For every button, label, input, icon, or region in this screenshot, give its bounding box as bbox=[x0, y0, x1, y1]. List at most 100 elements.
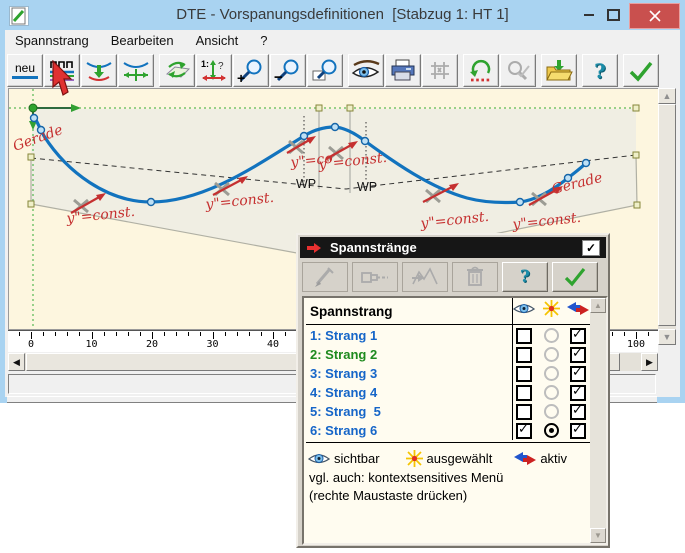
transfer-button[interactable] bbox=[159, 54, 195, 87]
menu-ansicht[interactable]: Ansicht bbox=[196, 33, 239, 48]
strand-row[interactable]: 5: Strang 5 bbox=[304, 402, 592, 421]
visibility-button[interactable] bbox=[348, 54, 384, 87]
visible-checkbox[interactable] bbox=[516, 404, 532, 420]
handle[interactable] bbox=[634, 202, 640, 208]
visible-checkbox[interactable] bbox=[516, 347, 532, 363]
control-point[interactable] bbox=[332, 124, 339, 131]
list-scrollbar[interactable]: ▲ ▼ bbox=[590, 298, 606, 543]
dialog-toolbar: ? bbox=[302, 261, 604, 293]
vertical-scroll-thumb[interactable] bbox=[658, 104, 676, 326]
zoom-window-icon bbox=[310, 58, 340, 84]
strand-row[interactable]: 2: Strang 2 bbox=[304, 345, 592, 364]
selected-radio[interactable] bbox=[544, 347, 559, 362]
close-icon bbox=[649, 10, 661, 22]
minimize-button[interactable] bbox=[578, 6, 600, 24]
control-point[interactable] bbox=[583, 160, 590, 167]
active-checkbox[interactable] bbox=[570, 385, 586, 401]
check-icon bbox=[561, 265, 589, 289]
handle[interactable] bbox=[28, 154, 34, 160]
diagram-button[interactable] bbox=[402, 262, 448, 292]
red-arrow-icon bbox=[306, 242, 322, 254]
scale-query-button[interactable]: 1: ? bbox=[196, 54, 232, 87]
dialog-titlebar[interactable]: Spannstränge ✓ bbox=[300, 237, 606, 258]
visible-checkbox[interactable] bbox=[516, 366, 532, 382]
visible-column-icon bbox=[513, 301, 535, 321]
handle[interactable] bbox=[316, 105, 322, 111]
zoom-out-button[interactable]: − bbox=[270, 54, 306, 87]
delete-button[interactable] bbox=[452, 262, 498, 292]
visible-checkbox[interactable] bbox=[516, 385, 532, 401]
selected-radio[interactable] bbox=[544, 404, 559, 419]
titlebar[interactable]: DTE - Vorspanungsdefinitionen [Stabzug 1… bbox=[0, 0, 685, 30]
context-menu-note: (rechte Maustaste drücken) bbox=[309, 488, 467, 503]
zoom-window-button[interactable] bbox=[307, 54, 343, 87]
undo-icon bbox=[466, 58, 496, 84]
handle[interactable] bbox=[633, 105, 639, 111]
control-point[interactable] bbox=[31, 115, 38, 122]
scroll-left-button[interactable]: ◀ bbox=[8, 353, 25, 371]
selected-radio[interactable] bbox=[544, 328, 559, 343]
svg-text:1:: 1: bbox=[201, 59, 209, 69]
selected-radio[interactable] bbox=[544, 366, 559, 381]
selected-radio[interactable] bbox=[544, 423, 559, 438]
dialog-ok-button[interactable] bbox=[552, 262, 598, 292]
dialog-pin-checkbox[interactable]: ✓ bbox=[582, 240, 600, 256]
strand-row[interactable]: 1: Strang 1 bbox=[304, 326, 592, 345]
menu-bearbeiten[interactable]: Bearbeiten bbox=[111, 33, 174, 48]
active-checkbox[interactable] bbox=[570, 423, 586, 439]
origin-point[interactable] bbox=[29, 104, 37, 112]
eye-icon bbox=[513, 301, 535, 316]
ok-button[interactable] bbox=[623, 54, 659, 87]
curve-axis-button[interactable] bbox=[118, 54, 154, 87]
clamp-button[interactable] bbox=[422, 54, 458, 87]
vertical-scrollbar[interactable]: ▲ ▼ bbox=[658, 88, 676, 345]
help-button[interactable]: ? bbox=[582, 54, 618, 87]
new-button[interactable]: neu bbox=[7, 54, 43, 87]
visible-checkbox[interactable] bbox=[516, 328, 532, 344]
down-arrow-icon: ▼ bbox=[663, 332, 672, 342]
active-arrows-icon bbox=[514, 451, 536, 466]
active-checkbox[interactable] bbox=[570, 366, 586, 382]
selected-radio[interactable] bbox=[544, 385, 559, 400]
edit-button[interactable] bbox=[302, 262, 348, 292]
dialog-help-button[interactable]: ? bbox=[502, 262, 548, 292]
menu-help[interactable]: ? bbox=[260, 33, 267, 48]
dialog-title: Spannstränge bbox=[330, 240, 417, 255]
scroll-up-button[interactable]: ▲ bbox=[658, 88, 676, 104]
close-button[interactable] bbox=[629, 3, 680, 29]
transfer-icon bbox=[162, 58, 192, 84]
handle[interactable] bbox=[347, 105, 353, 111]
strand-row[interactable]: 3: Strang 3 bbox=[304, 364, 592, 383]
control-point[interactable] bbox=[362, 138, 369, 145]
search-check-button[interactable] bbox=[500, 54, 536, 87]
maximize-button[interactable] bbox=[602, 6, 624, 24]
undo-button[interactable] bbox=[463, 54, 499, 87]
active-checkbox[interactable] bbox=[570, 347, 586, 363]
import-button[interactable] bbox=[541, 54, 577, 87]
print-button[interactable] bbox=[385, 54, 421, 87]
active-checkbox[interactable] bbox=[570, 328, 586, 344]
strand-label: 4: Strang 4 bbox=[304, 385, 510, 400]
pen-icon bbox=[310, 264, 340, 290]
insert-lowpoint-button[interactable] bbox=[81, 54, 117, 87]
handle[interactable] bbox=[633, 152, 639, 158]
visible-checkbox[interactable] bbox=[516, 423, 532, 439]
scroll-down-button[interactable]: ▼ bbox=[658, 329, 676, 345]
active-checkbox[interactable] bbox=[570, 404, 586, 420]
strand-row[interactable]: 4: Strang 4 bbox=[304, 383, 592, 402]
zoom-in-button[interactable]: + bbox=[233, 54, 269, 87]
scroll-up-button[interactable]: ▲ bbox=[590, 298, 606, 313]
handle[interactable] bbox=[28, 201, 34, 207]
legend: sichtbar ausgewählt bbox=[308, 448, 592, 468]
strand-list-panel: Spannstrang bbox=[302, 296, 608, 545]
stress-button[interactable] bbox=[352, 262, 398, 292]
scroll-right-button[interactable]: ▶ bbox=[641, 353, 658, 371]
scroll-down-button[interactable]: ▼ bbox=[590, 528, 606, 543]
control-point[interactable] bbox=[517, 199, 524, 206]
active-column-icon bbox=[567, 301, 589, 321]
strand-row[interactable]: 6: Strang 6 bbox=[304, 421, 592, 440]
menu-spannstrang[interactable]: Spannstrang bbox=[15, 33, 89, 48]
strand-list: Spannstrang bbox=[304, 298, 592, 543]
search-check-icon bbox=[503, 58, 533, 84]
control-point[interactable] bbox=[148, 199, 155, 206]
